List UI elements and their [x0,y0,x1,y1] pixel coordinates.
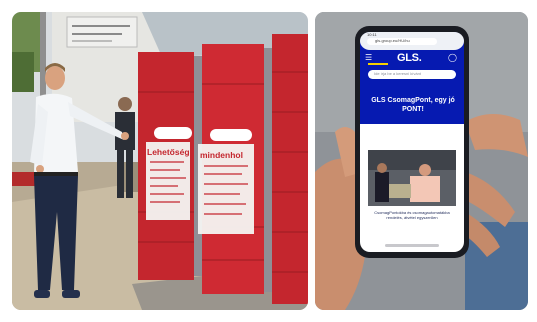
page-caption: CsomagPontokba és csomagautomatá­kba ren… [374,210,450,220]
browser-url-bar[interactable]: gls-group.eu/HU/hu [375,38,435,43]
phone-in-hand-scene [315,12,528,310]
right-photo-panel: 10:11 gls-group.eu/HU/hu ☰ GLS. ◯ Ide ír… [315,12,528,310]
locker-sign-right: mindenhol [200,150,243,160]
page-headline: GLS CsomagPont, egy jó PONT! [371,97,455,113]
parcel-locker-scene: Lehetőség mindenhol [12,12,308,310]
locker-sign-left: Lehetőség [147,147,190,157]
search-input[interactable]: Ide írja be a keresni kívánt [374,71,454,76]
gls-logo[interactable]: GLS. [397,52,422,64]
red-parcel-locker [132,34,308,310]
status-time: 10:11 [367,32,377,37]
left-photo-panel: Lehetőség mindenhol [12,12,308,310]
hamburger-menu-icon[interactable]: ☰ [365,54,372,62]
user-account-icon[interactable]: ◯ [448,54,457,62]
